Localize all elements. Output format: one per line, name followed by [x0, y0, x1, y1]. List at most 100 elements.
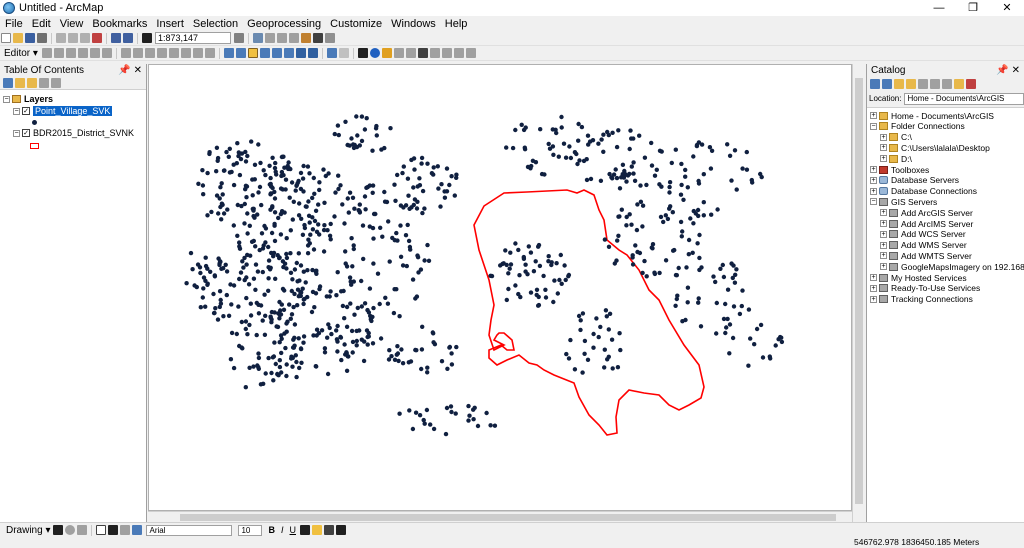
village-point[interactable] [357, 209, 362, 214]
catalog-item[interactable]: + Add ArcGIS Server [880, 207, 973, 218]
catalog-item[interactable]: + C:\ [880, 132, 912, 143]
village-point[interactable] [737, 311, 743, 317]
village-point[interactable] [658, 214, 664, 220]
village-point[interactable] [311, 175, 316, 181]
village-point[interactable] [504, 297, 509, 303]
village-point[interactable] [203, 255, 208, 260]
village-point[interactable] [617, 331, 622, 336]
village-point[interactable] [294, 359, 299, 365]
village-point[interactable] [263, 226, 269, 231]
village-point[interactable] [694, 143, 700, 149]
editor-menu-button[interactable]: Editor ▾ [4, 48, 38, 59]
village-point[interactable] [373, 126, 379, 131]
village-point[interactable] [566, 356, 572, 361]
village-point[interactable] [580, 311, 586, 316]
village-point[interactable] [720, 262, 725, 268]
village-point[interactable] [609, 337, 615, 342]
village-point[interactable] [344, 304, 350, 310]
village-point[interactable] [305, 164, 311, 169]
village-point[interactable] [615, 365, 621, 370]
village-point[interactable] [374, 133, 379, 138]
village-point[interactable] [606, 244, 612, 249]
village-point[interactable] [518, 294, 523, 300]
village-point[interactable] [606, 132, 611, 138]
village-point[interactable] [634, 227, 640, 233]
village-point[interactable] [449, 362, 455, 367]
village-point[interactable] [383, 295, 388, 300]
village-point[interactable] [585, 357, 591, 362]
village-point[interactable] [628, 128, 633, 133]
village-point[interactable] [214, 145, 220, 150]
expand-icon[interactable]: + [870, 176, 877, 184]
village-point[interactable] [282, 165, 287, 170]
village-point[interactable] [413, 296, 418, 301]
village-point[interactable] [291, 199, 296, 204]
village-point[interactable] [303, 280, 308, 285]
village-point[interactable] [228, 357, 234, 362]
village-point[interactable] [224, 269, 230, 274]
village-point[interactable] [701, 172, 706, 177]
village-point[interactable] [258, 160, 263, 166]
village-point[interactable] [734, 187, 739, 192]
village-point[interactable] [213, 306, 218, 311]
village-point[interactable] [635, 202, 640, 207]
village-point[interactable] [273, 160, 278, 166]
village-point[interactable] [584, 157, 589, 162]
village-point[interactable] [579, 124, 585, 130]
village-point[interactable] [685, 185, 690, 190]
new-document-icon[interactable] [1, 33, 11, 43]
village-point[interactable] [610, 130, 615, 135]
village-point[interactable] [218, 204, 223, 210]
village-point[interactable] [184, 281, 189, 286]
redo-icon[interactable] [123, 33, 133, 43]
font-select[interactable]: Arial [146, 524, 233, 536]
expand-icon[interactable]: + [870, 284, 877, 292]
village-point[interactable] [684, 265, 689, 270]
village-point[interactable] [536, 244, 541, 249]
village-point[interactable] [377, 301, 382, 307]
village-point[interactable] [343, 119, 348, 124]
village-point[interactable] [322, 223, 327, 228]
village-point[interactable] [526, 244, 531, 249]
village-point[interactable] [371, 236, 376, 241]
village-point[interactable] [419, 161, 424, 166]
village-point[interactable] [299, 360, 304, 365]
village-point[interactable] [492, 423, 498, 428]
village-point[interactable] [272, 340, 277, 345]
copy-icon[interactable] [68, 33, 78, 43]
village-point[interactable] [339, 357, 344, 363]
arctoolbox-icon[interactable] [301, 33, 311, 43]
village-point[interactable] [384, 199, 390, 205]
village-point[interactable] [624, 179, 629, 184]
village-point[interactable] [292, 335, 297, 340]
village-point[interactable] [309, 309, 315, 315]
village-point[interactable] [325, 335, 330, 340]
village-point[interactable] [247, 365, 252, 370]
go-back-icon[interactable] [295, 48, 306, 58]
village-point[interactable] [631, 160, 636, 165]
village-point[interactable] [411, 185, 416, 190]
village-point[interactable] [306, 213, 312, 218]
village-point[interactable] [714, 331, 719, 336]
village-point[interactable] [554, 130, 559, 136]
village-point[interactable] [559, 125, 564, 130]
village-point[interactable] [568, 337, 573, 343]
village-point[interactable] [268, 181, 273, 187]
village-point[interactable] [287, 302, 292, 307]
village-point[interactable] [582, 351, 587, 356]
village-point[interactable] [301, 301, 306, 307]
village-point[interactable] [714, 300, 719, 306]
village-point[interactable] [407, 408, 412, 413]
village-point[interactable] [713, 279, 718, 285]
village-point[interactable] [245, 153, 250, 159]
village-point[interactable] [640, 270, 645, 276]
undo-icon[interactable] [111, 33, 121, 43]
village-point[interactable] [670, 210, 675, 215]
village-point[interactable] [284, 362, 289, 367]
village-point[interactable] [363, 207, 368, 212]
village-point[interactable] [332, 214, 337, 219]
catalog-item-label[interactable]: Database Connections [891, 186, 977, 196]
village-point[interactable] [731, 263, 736, 268]
village-point[interactable] [419, 366, 424, 372]
village-point[interactable] [314, 268, 319, 273]
